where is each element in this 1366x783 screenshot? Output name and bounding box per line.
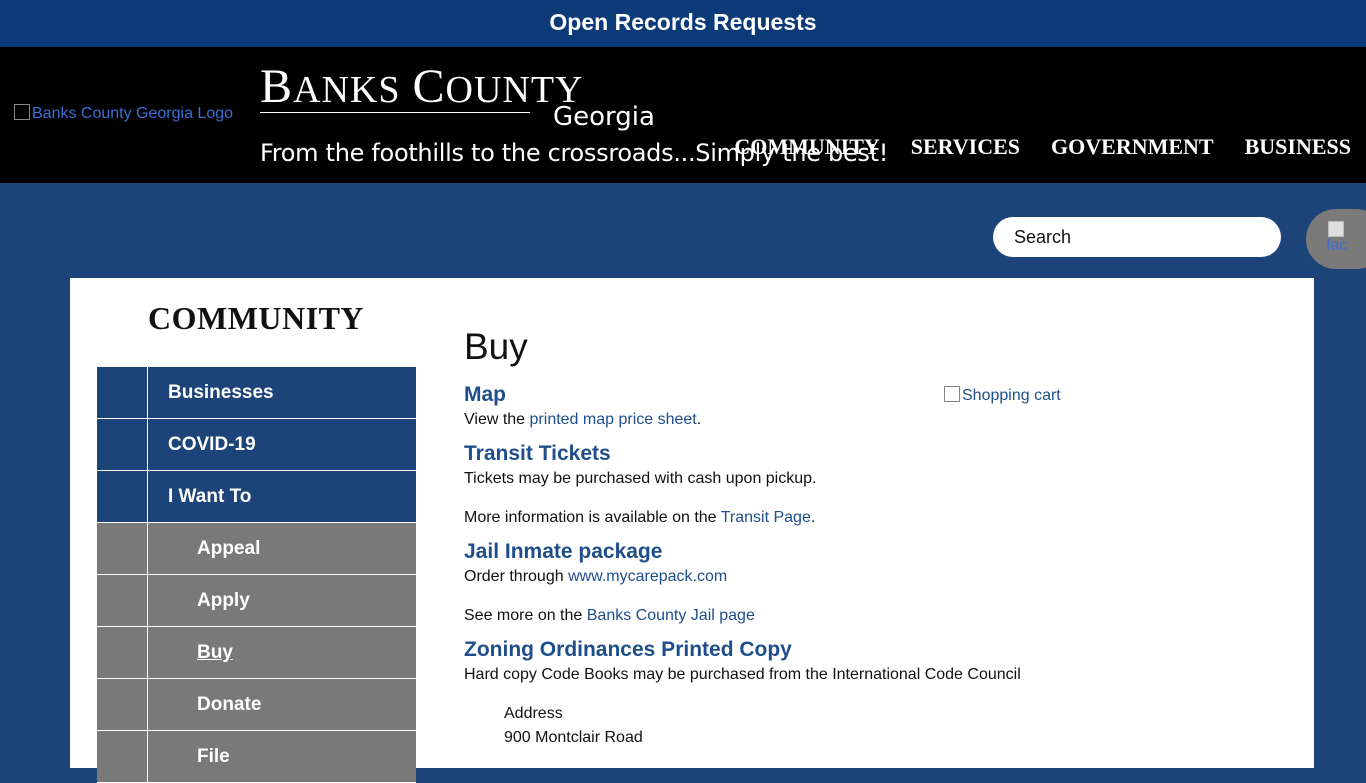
brand-state: Georgia — [553, 102, 655, 132]
shopping-cart-image: Shopping cart — [944, 386, 1061, 405]
search-input[interactable]: Search — [993, 217, 1281, 257]
sidebar-item-gutter — [97, 679, 148, 730]
transit-page-link[interactable]: Transit Page — [721, 509, 811, 526]
brand-rest-1: ANKS — [293, 69, 401, 111]
site-header: Banks County Georgia Logo BANKS COUNTY G… — [0, 47, 1366, 183]
facebook-icon — [1328, 221, 1344, 237]
page-title: Buy — [464, 326, 528, 367]
sidebar-item-label: File — [197, 746, 230, 767]
jail-order-before: Order through — [464, 568, 569, 585]
sidebar-item-label: COVID-19 — [168, 434, 256, 455]
transit-text: Tickets may be purchased with cash upon … — [464, 470, 817, 487]
sidebar-item-businesses[interactable]: Businesses — [97, 367, 416, 419]
brand-initial-1: B — [260, 60, 294, 113]
sidebar-item-gutter — [97, 367, 148, 418]
cart-alt-text: Shopping cart — [962, 387, 1061, 404]
map-price-sheet-link[interactable]: printed map price sheet — [530, 411, 697, 428]
brand-divider — [260, 112, 530, 113]
facebook-alt-text: fac — [1326, 237, 1348, 254]
broken-image-icon — [14, 104, 30, 120]
sidebar-item-label: Apply — [197, 590, 250, 611]
sidebar-item-gutter — [97, 575, 148, 626]
sidebar-item-file[interactable]: File — [97, 731, 416, 783]
sidebar-item-gutter — [97, 627, 148, 678]
nav-services[interactable]: SERVICES — [911, 134, 1020, 160]
transit-more-after: . — [810, 509, 816, 526]
map-text-before: View the — [464, 411, 530, 428]
section-title: COMMUNITY — [148, 300, 365, 336]
sidebar-item-label: Donate — [197, 694, 262, 715]
sidebar-item-gutter — [97, 471, 148, 522]
sidebar-item-buy[interactable]: Buy — [97, 627, 416, 679]
open-records-banner[interactable]: Open Records Requests — [0, 0, 1366, 47]
broken-image-icon — [944, 386, 960, 402]
sidebar-item-label: I Want To — [168, 486, 252, 507]
nav-business[interactable]: BUSINESS — [1245, 134, 1351, 160]
sidebar-item-i-want-to[interactable]: I Want To — [97, 471, 416, 523]
sidebar-item-label: Buy — [197, 642, 233, 663]
map-text-after: . — [696, 411, 702, 428]
address-label: Address — [504, 705, 563, 722]
sidebar-item-label: Appeal — [197, 538, 261, 559]
jail-heading: Jail Inmate package — [464, 540, 663, 563]
county-logo[interactable]: Banks County Georgia Logo — [14, 104, 233, 123]
jail-order-text: Order through www.mycarepack.com — [464, 565, 1284, 589]
search-placeholder: Search — [1014, 227, 1072, 247]
transit-more-text: More information is available on the Tra… — [464, 506, 1284, 530]
article: Buy Shopping cart Map View the printed m… — [464, 326, 1284, 750]
sidebar-item-label: Businesses — [168, 382, 274, 403]
address-line-1: 900 Montclair Road — [504, 729, 643, 746]
sidebar-item-apply[interactable]: Apply — [97, 575, 416, 627]
mycarepack-link[interactable]: www.mycarepack.com — [568, 568, 727, 585]
map-text: View the printed map price sheet. — [464, 408, 1284, 432]
transit-heading: Transit Tickets — [464, 442, 611, 465]
sidebar-item-covid-19[interactable]: COVID-19 — [97, 419, 416, 471]
jail-see-more-text: See more on the Banks County Jail page — [464, 604, 1284, 628]
side-nav: Businesses COVID-19 I Want To Appeal App… — [97, 367, 416, 783]
jail-see-before: See more on the — [464, 607, 587, 624]
sidebar-item-gutter — [97, 419, 148, 470]
sidebar-item-donate[interactable]: Donate — [97, 679, 416, 731]
sidebar-item-gutter — [97, 523, 148, 574]
sidebar-item-appeal[interactable]: Appeal — [97, 523, 416, 575]
logo-alt-text: Banks County Georgia Logo — [32, 105, 234, 122]
map-heading: Map — [464, 383, 506, 406]
open-records-link[interactable]: Open Records Requests — [549, 9, 816, 35]
nav-government[interactable]: GOVERNMENT — [1051, 134, 1214, 160]
transit-more-before: More information is available on the — [464, 509, 721, 526]
brand-name: BANKS COUNTY — [260, 59, 583, 114]
sidebar-item-gutter — [97, 731, 148, 782]
main-nav: COMMUNITY SERVICES GOVERNMENT BUSINESS — [734, 134, 1351, 160]
facebook-button[interactable]: fac — [1306, 209, 1366, 269]
jail-page-link[interactable]: Banks County Jail page — [587, 607, 755, 624]
zoning-text: Hard copy Code Books may be purchased fr… — [464, 666, 1021, 683]
nav-community[interactable]: COMMUNITY — [734, 134, 879, 160]
brand-initial-2: C — [412, 60, 446, 113]
content-panel: COMMUNITY Businesses COVID-19 I Want To … — [70, 278, 1314, 783]
zoning-heading: Zoning Ordinances Printed Copy — [464, 638, 792, 661]
